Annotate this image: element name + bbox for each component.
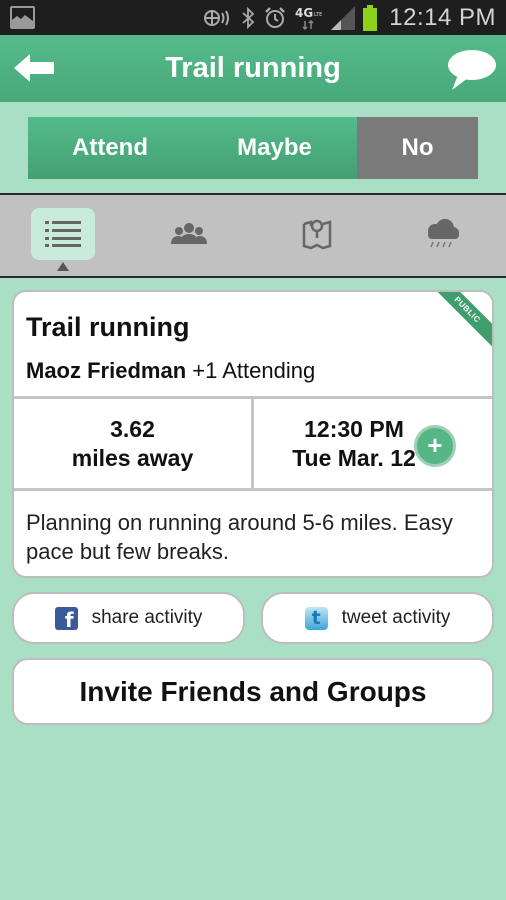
share-twitter-label: tweet activity	[341, 607, 451, 628]
nfc-icon	[204, 9, 230, 26]
public-badge: PUBLIC	[422, 292, 492, 355]
share-facebook-button[interactable]: f share activity	[12, 592, 245, 644]
list-icon	[45, 221, 81, 247]
activity-title: Trail running	[26, 312, 190, 342]
status-bar: 4G LTE 12:14 PM	[0, 0, 506, 35]
gallery-notification-icon	[10, 6, 35, 29]
twitter-icon: t	[304, 606, 328, 630]
battery-icon	[363, 4, 378, 31]
add-to-calendar-button[interactable]: +	[414, 425, 456, 467]
tab-map[interactable]	[285, 208, 349, 260]
divider	[251, 396, 254, 489]
attending-count: +1 Attending	[192, 358, 316, 383]
map-pin-icon	[302, 219, 332, 250]
group-icon	[171, 223, 207, 244]
svg-text:LTE: LTE	[314, 12, 322, 18]
invite-friends-button[interactable]: Invite Friends and Groups	[12, 658, 494, 725]
active-tab-pointer	[57, 262, 69, 271]
speech-bubble-icon	[448, 50, 496, 90]
signal-icon	[331, 5, 356, 30]
alarm-icon	[265, 6, 286, 28]
share-twitter-button[interactable]: t tweet activity	[261, 592, 494, 644]
attendees-summary[interactable]: Maoz Friedman +1 Attending	[26, 358, 315, 384]
attend-button[interactable]: Attend	[28, 117, 192, 179]
tab-weather[interactable]	[410, 208, 474, 260]
activity-time: 12:30 PM	[304, 415, 404, 442]
maybe-button[interactable]: Maybe	[192, 117, 357, 179]
rsvp-segmented-control: Attend Maybe No	[28, 117, 478, 179]
divider	[14, 488, 492, 491]
4g-lte-icon: 4G LTE	[295, 6, 323, 30]
distance-cell[interactable]: 3.62 miles away	[14, 399, 251, 488]
detail-tab-bar	[0, 193, 506, 278]
svg-text:4G: 4G	[295, 6, 313, 20]
app-header: Trail running	[0, 35, 506, 102]
activity-description: Planning on running around 5-6 miles. Ea…	[26, 510, 453, 564]
tab-attendees[interactable]	[157, 208, 221, 260]
facebook-icon: f	[54, 606, 78, 630]
bluetooth-icon	[242, 6, 255, 29]
chat-button[interactable]	[446, 49, 498, 91]
status-time: 12:14 PM	[389, 3, 496, 31]
share-facebook-label: share activity	[91, 607, 203, 628]
distance-value: 3.62	[110, 415, 155, 442]
activity-date: Tue Mar. 12	[292, 444, 416, 471]
page-title: Trail running	[165, 52, 341, 84]
tab-details[interactable]	[31, 208, 95, 260]
no-button[interactable]: No	[357, 117, 478, 179]
activity-card: PUBLIC Trail running Maoz Friedman +1 At…	[12, 290, 494, 578]
rain-cloud-icon	[428, 219, 459, 248]
organizer-name: Maoz Friedman	[26, 358, 187, 383]
distance-unit: miles away	[71, 444, 194, 471]
